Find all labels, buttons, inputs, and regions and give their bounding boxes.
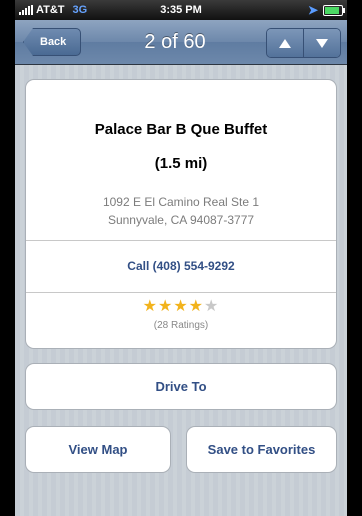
call-button[interactable]: Call (408) 554-9292 bbox=[26, 240, 336, 292]
view-map-button[interactable]: View Map bbox=[25, 426, 171, 473]
status-bar: AT&T 3G 3:35 PM ➤ bbox=[15, 0, 347, 20]
page-title: 2 of 60 bbox=[144, 31, 206, 53]
star-filled-icon: ★ bbox=[157, 298, 174, 315]
star-filled-icon: ★ bbox=[188, 298, 205, 315]
listing-details-card: Palace Bar B Que Buffet (1.5 mi) 1092 E … bbox=[25, 79, 337, 349]
battery-icon bbox=[323, 4, 345, 16]
triangle-down-icon bbox=[316, 38, 328, 48]
business-name: Palace Bar B Que Buffet bbox=[94, 121, 268, 138]
next-result-button[interactable] bbox=[303, 29, 340, 57]
star-empty-icon: ★ bbox=[204, 298, 220, 315]
back-button[interactable]: Back bbox=[23, 28, 81, 56]
star-filled-icon: ★ bbox=[142, 298, 158, 315]
distance-label: (1.5 mi) bbox=[154, 155, 208, 172]
address-line-1: 1092 E El Camino Real Ste 1 bbox=[102, 195, 260, 209]
ratings-count: (28 Ratings) bbox=[153, 320, 209, 331]
star-filled-icon: ★ bbox=[173, 298, 189, 315]
navigation-bar: Back 2 of 60 bbox=[15, 20, 347, 65]
location-arrow-icon: ➤ bbox=[307, 3, 318, 17]
prev-next-control bbox=[266, 28, 341, 58]
save-to-favorites-button[interactable]: Save to Favorites bbox=[186, 426, 337, 473]
divider bbox=[26, 292, 336, 293]
phone-screen: AT&T 3G 3:35 PM ➤ Back 2 of 60 Palace Ba… bbox=[15, 0, 347, 516]
status-time: 3:35 PM bbox=[160, 4, 202, 16]
triangle-up-icon bbox=[279, 38, 291, 48]
address-line-2: Sunnyvale, CA 94087-3777 bbox=[107, 213, 255, 227]
star-rating: ★★★★★ bbox=[26, 298, 336, 316]
drive-to-button[interactable]: Drive To bbox=[25, 363, 337, 410]
previous-result-button[interactable] bbox=[267, 29, 303, 57]
